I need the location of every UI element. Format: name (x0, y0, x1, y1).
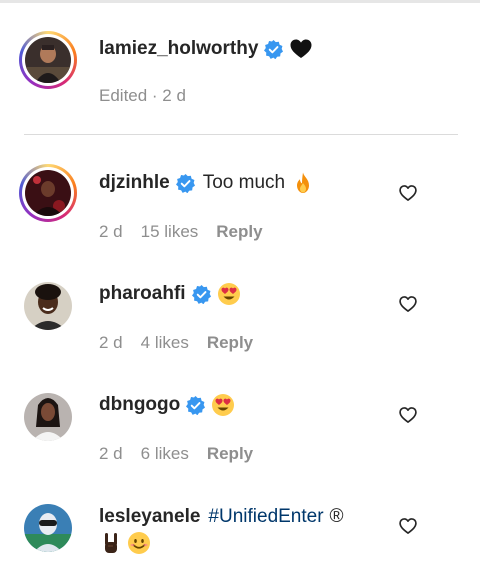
verified-badge-icon (264, 39, 284, 59)
like-heart-icon[interactable] (398, 183, 418, 203)
reply-button[interactable]: Reply (207, 333, 253, 353)
hashtag-link[interactable]: #UnifiedEnter (208, 505, 323, 529)
caption-edited-time: Edited · 2 d (99, 86, 186, 105)
like-heart-icon[interactable] (398, 294, 418, 314)
comment-meta: 2 d 15 likes Reply (99, 222, 281, 242)
comment-time: 2 d (99, 333, 123, 352)
verified-badge-icon (191, 284, 211, 304)
comment-meta: 2 d 4 likes Reply (99, 333, 271, 353)
comment-likes[interactable]: 4 likes (141, 333, 189, 353)
comment-time: 2 d (99, 222, 123, 241)
comment-emoji-row (99, 531, 151, 555)
black-heart-icon (290, 39, 312, 58)
reply-button[interactable]: Reply (207, 444, 253, 464)
comment-likes[interactable]: 6 likes (141, 444, 189, 464)
comment-text: ® (329, 506, 344, 527)
caption-meta: Edited · 2 d (99, 86, 204, 106)
caption-username[interactable]: lamiez_holworthy (99, 37, 258, 61)
caption-avatar[interactable] (19, 31, 77, 89)
comment-time: 2 d (99, 444, 123, 463)
caption: lamiez_holworthy Edited · 2 d (0, 0, 480, 135)
comment-text: Too much (202, 172, 286, 193)
heart-eyes-icon (217, 283, 240, 305)
like-heart-icon[interactable] (398, 516, 418, 536)
comment-likes[interactable]: 15 likes (141, 222, 199, 242)
rock-on-hand-icon (105, 533, 117, 553)
smiling-face-icon (128, 532, 150, 554)
comment-username[interactable]: lesleyanele (99, 505, 200, 529)
comment-username[interactable]: djzinhle (99, 171, 170, 195)
heart-eyes-icon (212, 394, 235, 416)
comment-meta: 2 d 6 likes Reply (99, 444, 271, 464)
caption-divider (24, 134, 458, 135)
reply-button[interactable]: Reply (216, 222, 262, 242)
verified-badge-icon (186, 395, 206, 415)
verified-badge-icon (175, 173, 195, 193)
comment-avatar[interactable] (24, 504, 72, 552)
comment-avatar[interactable] (24, 282, 72, 330)
comment-avatar[interactable] (24, 393, 72, 441)
like-heart-icon[interactable] (398, 405, 418, 425)
comment-avatar[interactable] (19, 164, 77, 222)
comment-username[interactable]: pharoahfi (99, 282, 186, 306)
comment-username[interactable]: dbngogo (99, 393, 180, 417)
fire-icon (297, 172, 310, 193)
